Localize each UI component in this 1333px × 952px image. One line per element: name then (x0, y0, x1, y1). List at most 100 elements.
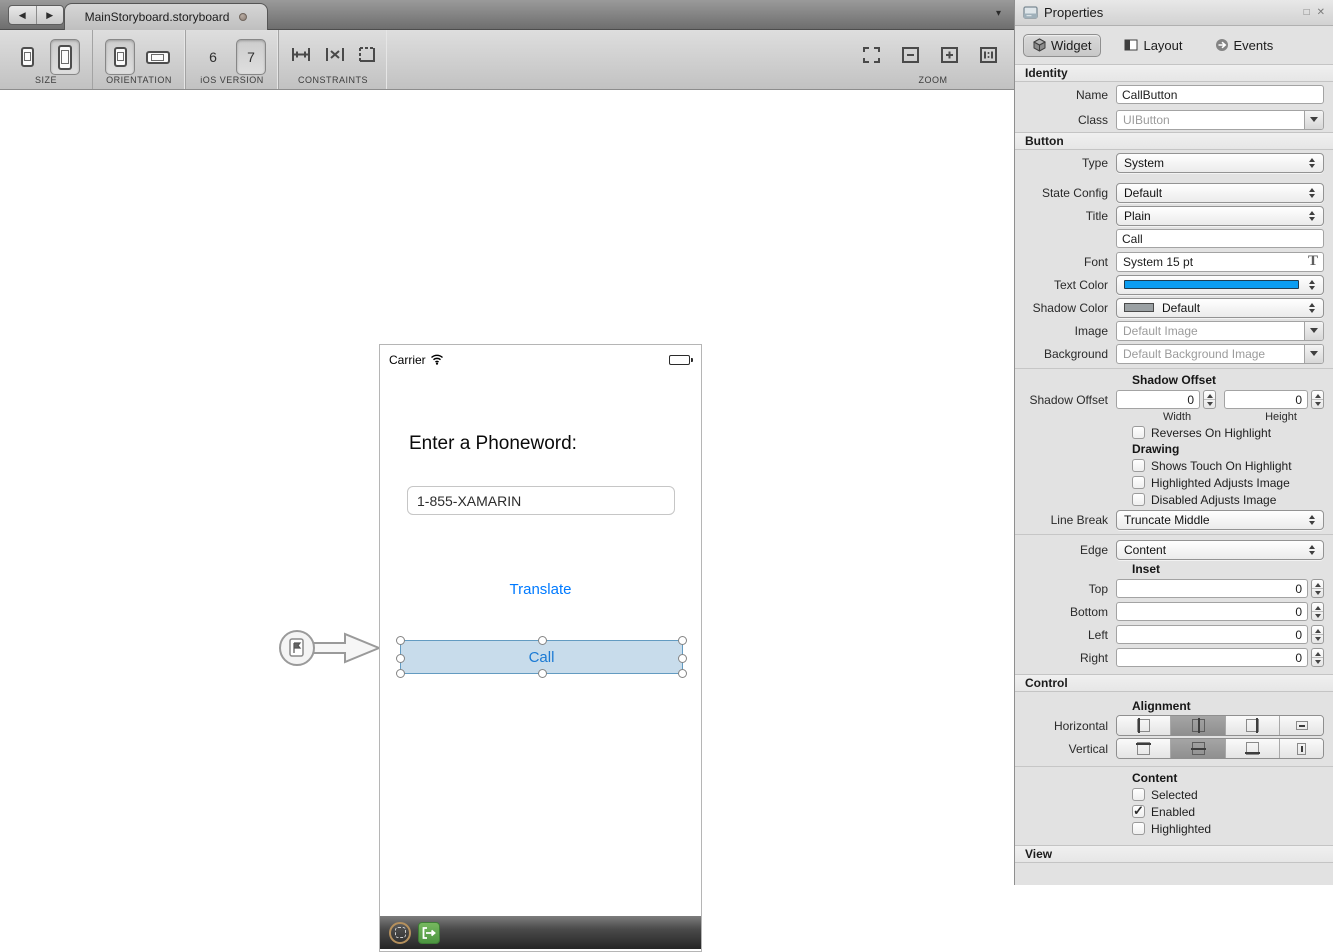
panel-restore-icon[interactable]: □ (1304, 7, 1310, 18)
forward-button[interactable]: ▶ (37, 6, 64, 24)
add-width-constraint-icon[interactable] (291, 47, 311, 67)
first-responder-icon[interactable] (389, 922, 411, 944)
highlighted-label: Highlighted (1151, 822, 1211, 836)
vertical-alignment-segmented (1116, 738, 1324, 759)
class-combo[interactable]: UIButton (1116, 110, 1324, 130)
background-combo[interactable]: Default Background Image (1116, 344, 1324, 364)
text-color-swatch (1124, 280, 1299, 289)
shadow-width-stepper[interactable] (1203, 390, 1216, 409)
align-right-button[interactable] (1226, 716, 1280, 735)
name-input[interactable] (1116, 85, 1324, 104)
resize-constraint-icon[interactable] (359, 47, 375, 67)
font-picker-icon[interactable]: T (1304, 253, 1323, 270)
exit-segue-icon[interactable] (418, 922, 440, 944)
reverses-on-highlight-checkbox[interactable] (1132, 426, 1145, 439)
zoom-in-icon[interactable] (941, 47, 958, 68)
scene-dock (380, 916, 701, 949)
tab-mainstoryboard[interactable]: MainStoryboard.storyboard (64, 3, 268, 30)
name-label: Name (1015, 88, 1116, 102)
inset-top-stepper[interactable] (1311, 579, 1324, 598)
selection-handle-bottom-right[interactable] (678, 669, 687, 678)
state-config-label: State Config (1015, 186, 1116, 200)
shadow-width-input[interactable] (1116, 390, 1200, 409)
inset-bottom-input[interactable] (1116, 602, 1308, 621)
inset-top-input[interactable] (1116, 579, 1308, 598)
inset-right-stepper[interactable] (1311, 648, 1324, 667)
design-canvas[interactable]: Carrier Enter a Phoneword: Translate Cal… (0, 91, 1014, 885)
selection-handle-top-left[interactable] (396, 636, 405, 645)
class-dropdown-icon[interactable] (1304, 111, 1323, 129)
ios7-button[interactable]: 7 (236, 39, 266, 75)
call-button-label: Call (529, 649, 555, 666)
shows-touch-checkbox[interactable] (1132, 459, 1145, 472)
align-top-button[interactable] (1117, 739, 1171, 758)
selected-label: Selected (1151, 788, 1198, 802)
orientation-portrait-button[interactable] (105, 39, 135, 75)
shadow-height-stepper[interactable] (1311, 390, 1324, 409)
zoom-out-icon[interactable] (902, 47, 919, 68)
constraints-label: CONSTRAINTS (279, 75, 387, 85)
background-dropdown-icon[interactable] (1304, 345, 1323, 363)
panel-close-icon[interactable]: ✕ (1317, 7, 1325, 18)
line-break-popup[interactable]: Truncate Middle (1116, 510, 1324, 530)
align-middle-icon (1192, 742, 1205, 755)
inset-left-stepper[interactable] (1311, 625, 1324, 644)
align-fill-button[interactable] (1280, 716, 1323, 735)
selection-handle-mid-right[interactable] (678, 654, 687, 663)
selection-handle-bottom-left[interactable] (396, 669, 405, 678)
translate-button[interactable]: Translate (380, 581, 701, 598)
zoom-actual-size-icon[interactable] (980, 47, 997, 68)
align-left-button[interactable] (1117, 716, 1171, 735)
align-bottom-button[interactable] (1226, 739, 1280, 758)
back-button[interactable]: ◀ (9, 6, 37, 24)
tab-layout[interactable]: Layout (1115, 35, 1191, 56)
align-center-button[interactable] (1171, 716, 1225, 735)
edge-popup[interactable]: Content (1116, 540, 1324, 560)
call-button-selected[interactable]: Call (400, 640, 683, 674)
shadow-height-input[interactable] (1224, 390, 1308, 409)
inset-bottom-stepper[interactable] (1311, 602, 1324, 621)
text-color-popup[interactable] (1116, 275, 1324, 295)
highlighted-checkbox[interactable] (1132, 822, 1145, 835)
zoom-fit-icon[interactable] (863, 47, 880, 68)
phoneword-prompt-label[interactable]: Enter a Phoneword: (409, 433, 577, 455)
image-dropdown-icon[interactable] (1304, 322, 1323, 340)
view-controller-surface[interactable]: Carrier Enter a Phoneword: Translate Cal… (379, 344, 702, 952)
size-3-5-inch-button[interactable] (12, 39, 42, 75)
tab-title: MainStoryboard.storyboard (85, 10, 230, 24)
title-mode-popup[interactable]: Plain (1116, 206, 1324, 226)
highlighted-adjusts-checkbox[interactable] (1132, 476, 1145, 489)
selected-checkbox[interactable] (1132, 788, 1145, 801)
type-popup[interactable]: System (1116, 153, 1324, 173)
inset-left-input[interactable] (1116, 625, 1308, 644)
tab-events[interactable]: Events (1206, 35, 1283, 56)
phoneword-input[interactable] (407, 486, 675, 515)
inset-heading: Inset (1015, 561, 1333, 577)
orientation-landscape-button[interactable] (143, 39, 173, 75)
state-config-popup[interactable]: Default (1116, 183, 1324, 203)
enabled-checkbox[interactable] (1132, 805, 1145, 818)
selection-handle-mid-left[interactable] (396, 654, 405, 663)
title-text-input[interactable] (1116, 229, 1324, 248)
remove-constraint-icon[interactable] (325, 47, 345, 67)
inset-right-input[interactable] (1116, 648, 1308, 667)
inset-right-label: Right (1015, 651, 1116, 665)
disabled-adjusts-checkbox[interactable] (1132, 493, 1145, 506)
align-middle-button[interactable] (1171, 739, 1225, 758)
size-label: SIZE (0, 75, 92, 85)
selection-handle-top-center[interactable] (538, 636, 547, 645)
selection-handle-top-right[interactable] (678, 636, 687, 645)
selection-handle-bottom-center[interactable] (538, 669, 547, 678)
font-field[interactable]: System 15 pt T (1116, 252, 1324, 272)
shadow-color-popup[interactable]: Default (1116, 298, 1324, 318)
align-fill-icon (1296, 721, 1308, 730)
image-row: Image Default Image (1015, 319, 1333, 342)
tab-widget[interactable]: Widget (1023, 34, 1101, 57)
ios6-button[interactable]: 6 (198, 39, 228, 75)
entry-point-arrow-icon[interactable] (277, 625, 383, 673)
image-combo[interactable]: Default Image (1116, 321, 1324, 341)
tab-list-dropdown-icon[interactable]: ▾ (996, 8, 1001, 19)
section-view: View (1015, 845, 1333, 863)
size-4-inch-button[interactable] (50, 39, 80, 75)
align-vfill-button[interactable] (1280, 739, 1323, 758)
